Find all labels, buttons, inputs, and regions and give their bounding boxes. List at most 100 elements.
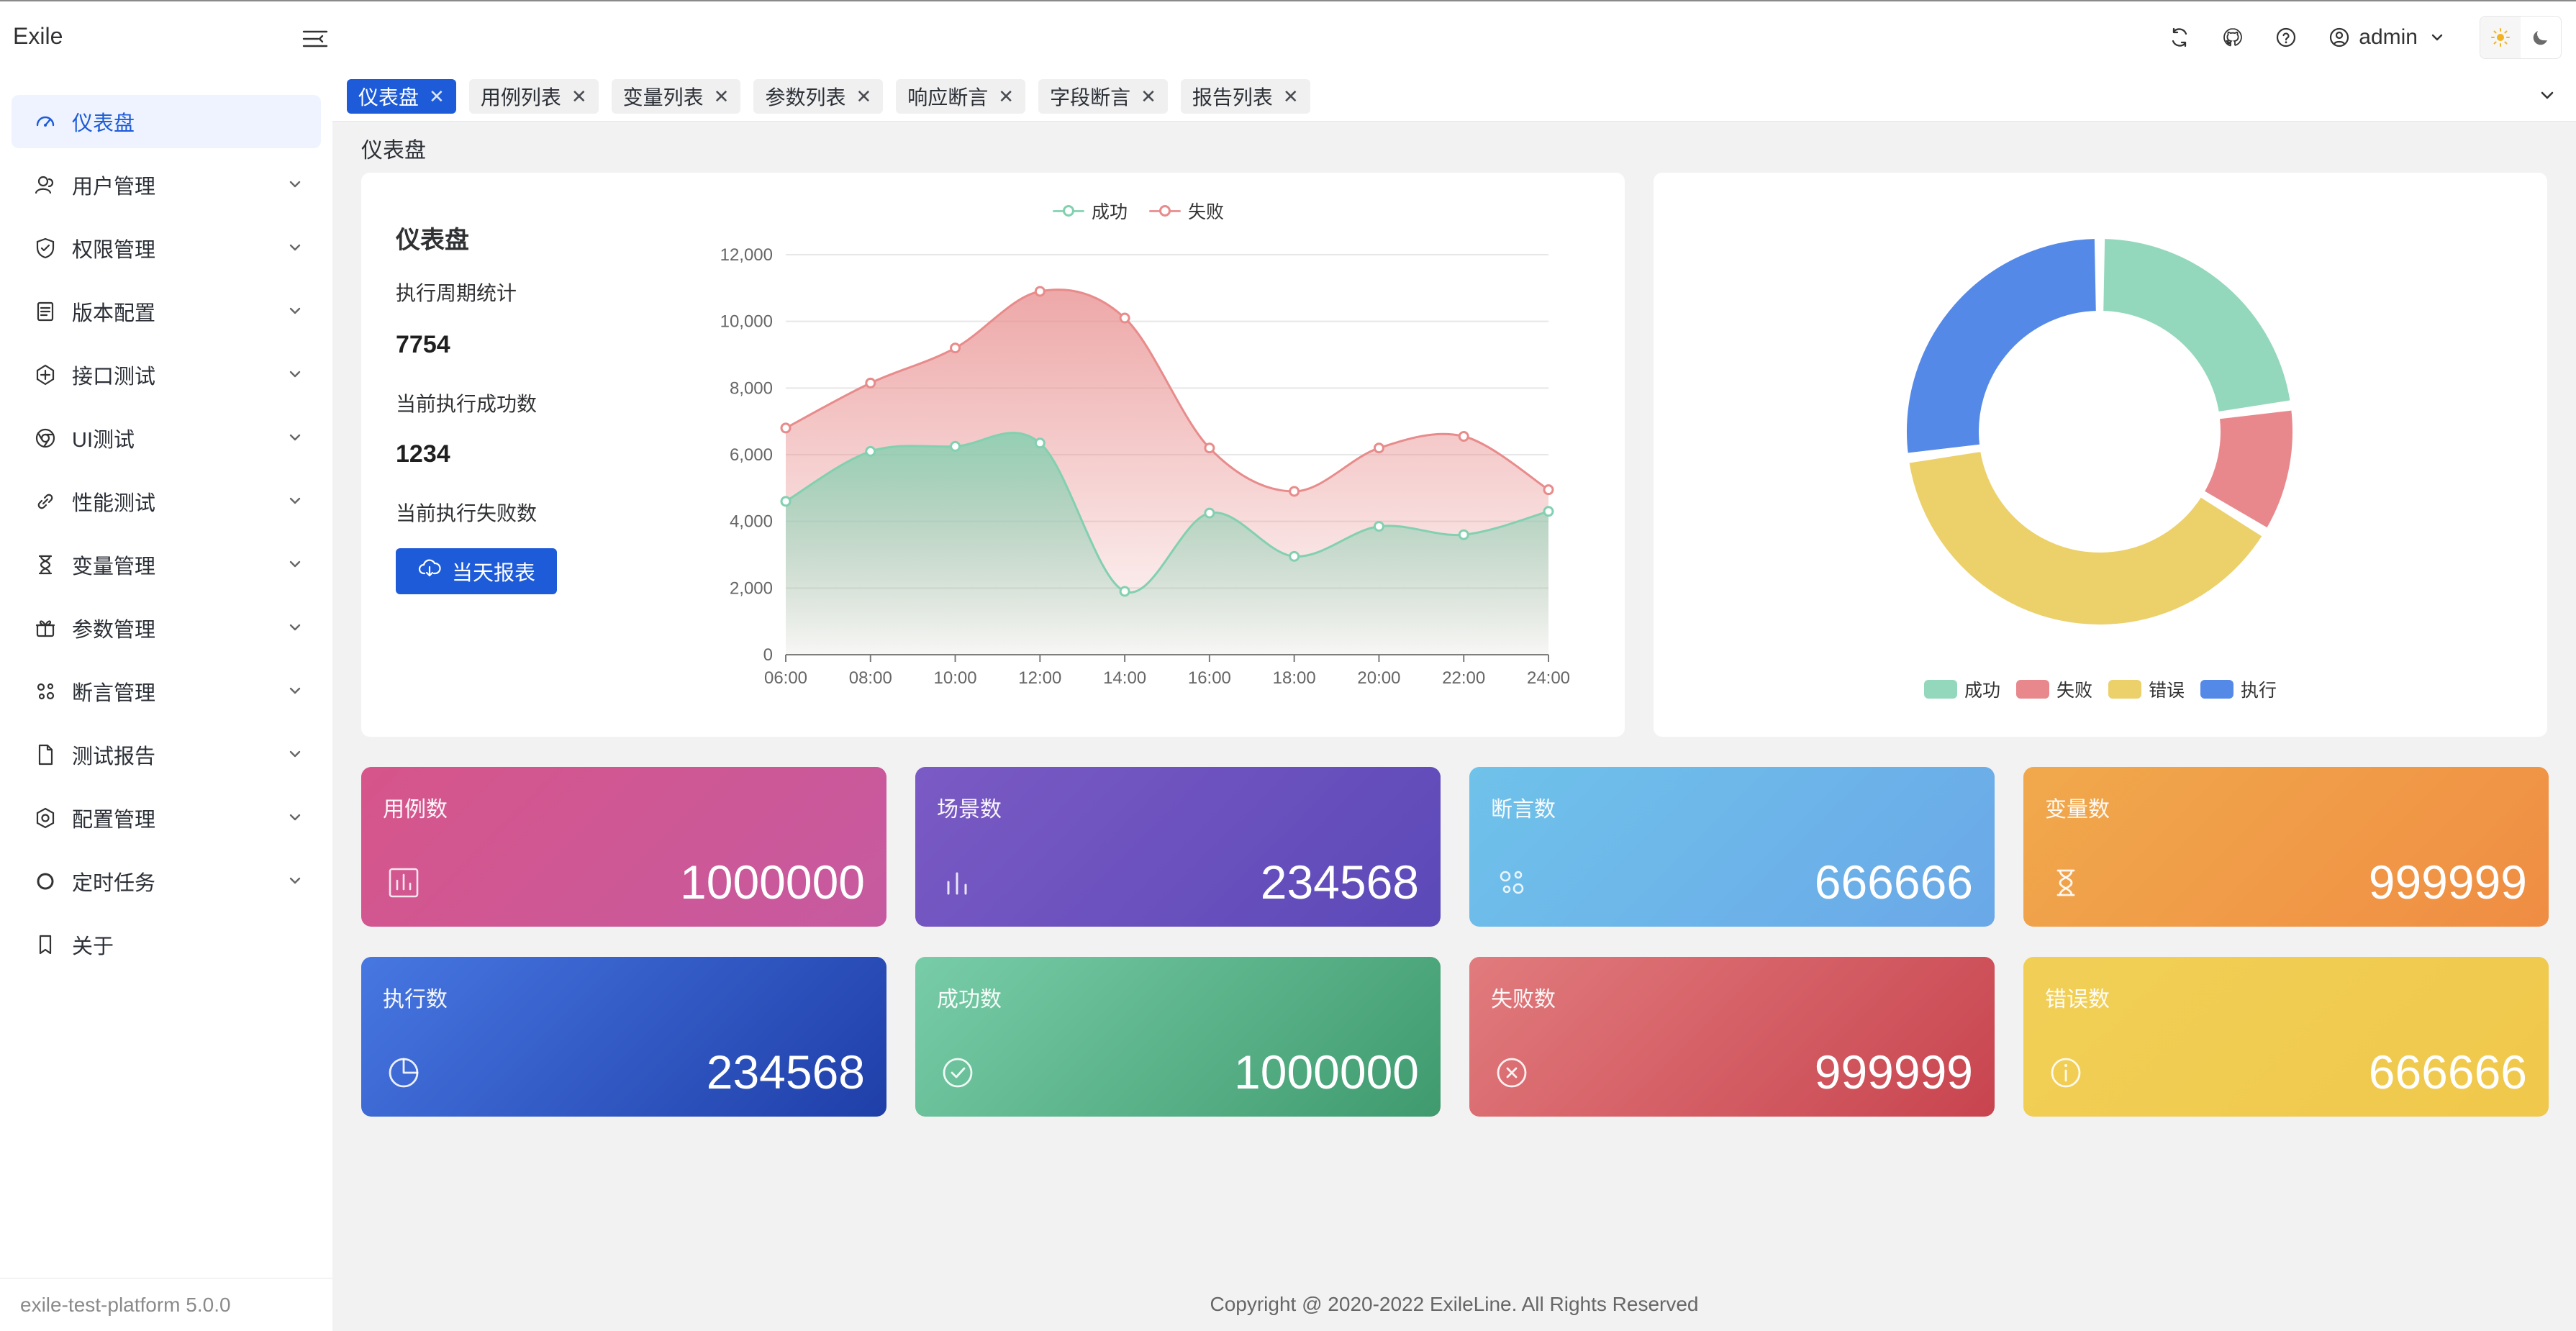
legend-item-fail[interactable]: 失败 [1149,198,1224,224]
legend-swatch [2015,680,2049,699]
sidebar-item-variables[interactable]: 变量管理 [12,538,321,591]
point-失败[interactable] [865,377,876,389]
today-report-button[interactable]: 当天报表 [396,548,557,594]
close-icon[interactable]: ✕ [571,87,587,106]
github-icon[interactable] [2222,27,2244,48]
point-成功[interactable] [1458,529,1469,540]
close-icon[interactable]: ✕ [998,87,1014,106]
point-失败[interactable] [1119,312,1130,324]
point-失败[interactable] [1458,431,1469,442]
hourglass-icon [33,553,58,577]
summary-tile[interactable]: 错误数 666666 [2023,957,2549,1117]
close-icon[interactable]: ✕ [856,87,871,106]
pie-icon [386,1055,422,1091]
brand-name[interactable]: Exile [13,23,63,50]
close-icon[interactable]: ✕ [1283,87,1299,106]
sun-icon[interactable] [2480,17,2521,58]
point-失败[interactable] [1034,286,1046,297]
legend-fail-marker [1149,204,1181,218]
summary-tile[interactable]: 执行数 234568 [361,957,886,1117]
tab-report-list[interactable]: 报告列表 ✕ [1180,79,1310,114]
sidebar-item-ui-test[interactable]: UI测试 [12,412,321,465]
moon-icon[interactable] [2521,17,2561,58]
tab-case-list[interactable]: 用例列表 ✕ [468,79,599,114]
sidebar-item-assertions[interactable]: 断言管理 [12,665,321,718]
menu-fold-icon[interactable] [302,27,328,50]
point-成功[interactable] [780,496,792,507]
point-失败[interactable] [1373,442,1384,454]
point-成功[interactable] [950,440,961,452]
pie-legend-item-success[interactable]: 成功 [1923,676,2000,702]
sidebar-item-test-reports[interactable]: 测试报告 [12,728,321,781]
pie-legend-item-execute[interactable]: 执行 [2200,676,2277,702]
sidebar-item-scheduled-tasks[interactable]: 定时任务 [12,855,321,908]
tile-label: 场景数 [937,798,1002,822]
point-失败[interactable] [1204,442,1215,454]
summary-tile[interactable]: 场景数 234568 [915,767,1441,927]
point-成功[interactable] [1119,586,1130,597]
tile-value: 234568 [1260,855,1419,909]
close-icon[interactable]: ✕ [429,87,445,106]
tile-value: 666666 [2368,1045,2527,1099]
point-成功[interactable] [1289,550,1300,562]
tab-dashboard[interactable]: 仪表盘 ✕ [347,79,456,114]
tab-variable-list[interactable]: 变量列表 ✕ [611,79,741,114]
chevron-down-icon[interactable] [2537,85,2557,105]
sidebar-item-about[interactable]: 关于 [12,918,321,971]
check-circle-icon [940,1055,976,1091]
chevron-down-icon [289,624,301,631]
x-tick-label: 20:00 [1357,668,1400,688]
point-成功[interactable] [865,445,876,457]
tab-param-list[interactable]: 参数列表 ✕ [753,79,884,114]
tile-value: 999999 [1814,1045,1973,1099]
fail-label: 当前执行失败数 [396,502,538,524]
theme-switch[interactable] [2480,16,2562,59]
pie-slice-成功[interactable] [2100,236,2293,415]
chevron-down-icon [289,434,301,441]
sidebar-item-config-management[interactable]: 配置管理 [12,791,321,845]
point-成功[interactable] [1373,521,1384,532]
tile-label: 断言数 [1491,798,1556,822]
tab-response-assertion[interactable]: 响应断言 ✕ [896,79,1026,114]
pie-legend-item-fail[interactable]: 失败 [2015,676,2092,702]
main-content: 仪表盘 ✕ 用例列表 ✕ 变量列表 ✕ 参数列表 ✕ 响应断言 ✕ 字段断言 ✕… [332,72,2576,1331]
point-成功[interactable] [1543,506,1554,517]
user-menu[interactable]: admin [2328,25,2448,50]
legend-label: 执行 [2241,681,2277,701]
summary-tile[interactable]: 成功数 1000000 [915,957,1441,1117]
point-失败[interactable] [1289,486,1300,497]
top-header: Exile admin [0,1,2576,73]
close-icon[interactable]: ✕ [714,87,730,106]
close-icon[interactable]: ✕ [1140,87,1156,106]
sidebar-item-api-test[interactable]: 接口测试 [12,348,321,401]
refresh-icon[interactable] [2169,27,2190,48]
pie-slice-执行[interactable] [1904,236,2099,456]
summary-tile[interactable]: 断言数 666666 [1469,767,1995,927]
help-icon[interactable] [2275,27,2297,48]
legend-swatch [1923,680,1957,699]
sidebar-item-users[interactable]: 用户管理 [12,158,321,212]
point-成功[interactable] [1204,507,1215,519]
legend-item-success[interactable]: 成功 [1052,198,1128,224]
tab-field-assertion[interactable]: 字段断言 ✕ [1038,79,1168,114]
summary-tile[interactable]: 用例数 1000000 [361,767,886,927]
point-失败[interactable] [1543,484,1554,496]
sidebar-item-params[interactable]: 参数管理 [12,601,321,655]
point-失败[interactable] [950,342,961,354]
sidebar-item-permissions[interactable]: 权限管理 [12,222,321,275]
sidebar-item-label: 版本配置 [72,302,156,325]
point-成功[interactable] [1034,437,1046,449]
sidebar-item-performance-test[interactable]: 性能测试 [12,475,321,528]
sidebar-item-dashboard[interactable]: 仪表盘 [12,95,321,148]
sidebar-item-version-config[interactable]: 版本配置 [12,285,321,338]
button-label: 当天报表 [451,562,535,585]
chrome-icon [33,426,58,450]
x-tick-label: 16:00 [1188,668,1231,688]
point-失败[interactable] [780,422,792,434]
sidebar-item-label: 断言管理 [72,682,156,705]
summary-tile[interactable]: 失败数 999999 [1469,957,1995,1117]
summary-tile[interactable]: 变量数 999999 [2023,767,2549,927]
chevron-down-icon [289,560,301,568]
pie-legend-item-error[interactable]: 错误 [2108,676,2185,702]
status-pie-card: 成功 失败 错误 执行 [1654,173,2547,737]
